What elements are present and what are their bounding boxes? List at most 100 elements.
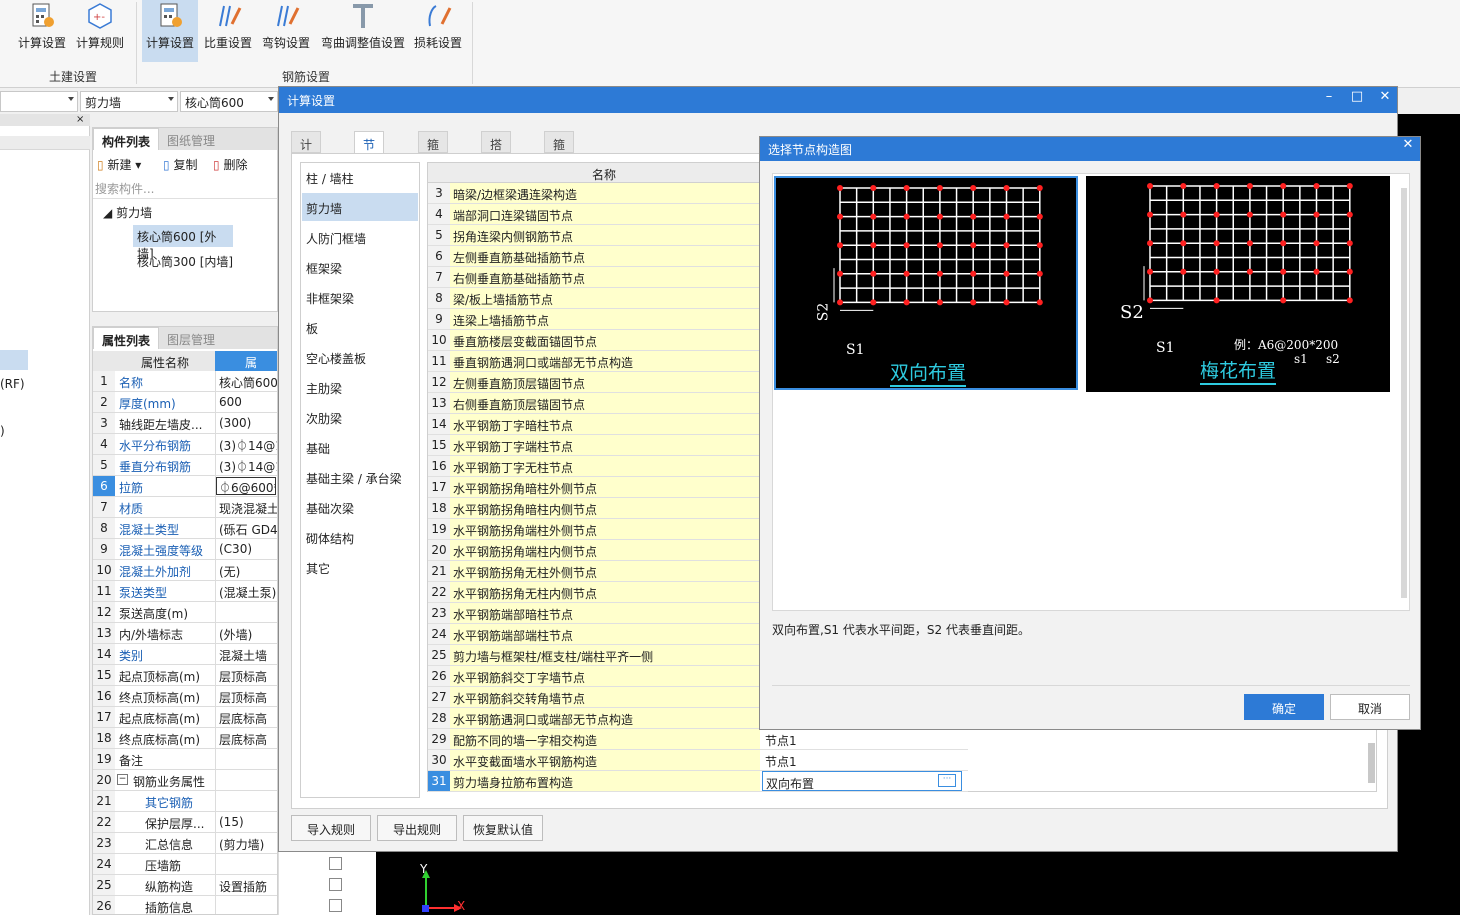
close-icon[interactable]: ✕ [1396,137,1420,159]
property-row[interactable]: 8 混凝土类型 (砾石 GD4 [93,518,277,539]
property-value[interactable]: 600 [219,395,277,409]
option-plum[interactable]: S1 S2 梅花布置 例：A6@200*200 s1 s2 [1086,176,1390,392]
property-value[interactable]: (C30) [219,542,277,556]
hook-settings-button[interactable]: 弯钩设置 [259,0,313,62]
scrollbar[interactable] [1401,188,1407,598]
tab-stirrup-formula[interactable]: 箍筋公式 [544,131,575,203]
category-item[interactable]: 基础次梁 [302,493,418,521]
table-row[interactable]: 31 剪力墙身拉筋布置构造 双向布置 ··· [428,771,968,792]
category-item[interactable]: 柱 / 墙柱 [302,163,418,191]
option-bidirectional[interactable]: S1 S2 双向布置 [774,176,1078,390]
property-row[interactable]: 16 终点顶标高(m) 层顶标高 [93,686,277,707]
category-item[interactable]: 板 [302,313,418,341]
tab-calc-rules[interactable]: 计算规则 [291,131,322,203]
category-item[interactable]: 剪力墙 [302,193,418,221]
property-row[interactable]: 23 汇总信息 (剪力墙) [93,833,277,854]
category-item[interactable]: 基础 [302,433,418,461]
property-value[interactable]: (3)⏀14@1 [219,437,277,454]
node-value[interactable]: 节点1 [762,750,962,770]
tree-root[interactable]: ◢ 剪力墙 [103,204,152,221]
property-row[interactable]: 10 混凝土外加剂 (无) [93,560,277,581]
copy-button[interactable]: ▯ 复制 [163,156,197,173]
category-item[interactable]: 非框架梁 [302,283,418,311]
collapse-icon[interactable]: − [117,774,128,785]
table-row[interactable]: 30 水平变截面墙水平钢筋构造 节点1 [428,750,968,771]
node-value[interactable]: 节点1 [762,729,962,749]
property-row[interactable]: 17 起点底标高(m) 层底标高 [93,707,277,728]
tab-property-list[interactable]: 属性列表 [93,327,160,349]
checkbox[interactable] [329,857,342,870]
search-input[interactable]: 搜索构件... [95,178,275,198]
property-row[interactable]: 11 泵送类型 (混凝土泵) [93,581,277,602]
property-value[interactable]: (砾石 GD4 [219,521,277,538]
property-value[interactable]: 层底标高 [219,710,277,727]
category-item[interactable]: 其它 [302,553,418,581]
category-item[interactable]: 次肋梁 [302,403,418,431]
tab-node-settings[interactable]: 节点设置 [354,131,385,203]
calc-settings-button[interactable]: 计算设置 [14,0,70,62]
close-icon[interactable]: ✕ [1373,89,1397,111]
property-row[interactable]: 9 混凝土强度等级 (C30) [93,539,277,560]
calc-rules-button[interactable]: +- 计算规则 [72,0,128,62]
property-row[interactable]: 1 名称 核心筒600 [93,371,277,392]
selected-row[interactable] [0,350,28,370]
category-item[interactable]: 人防门框墙 [302,223,418,251]
property-row[interactable]: 2 厚度(mm) 600 [93,392,277,413]
property-value[interactable]: (无) [219,563,277,580]
property-row[interactable]: 7 材质 现浇混凝土 [93,497,277,518]
maximize-icon[interactable]: □ [1345,89,1369,111]
drawing-canvas-bottom[interactable] [376,852,1460,915]
loss-settings-button[interactable]: 损耗设置 [411,0,465,62]
close-icon[interactable]: × [76,114,84,125]
property-value[interactable]: 层顶标高 [219,668,277,685]
property-value[interactable]: (3)⏀14@1 [219,458,277,475]
tree-item-selected[interactable]: 核心筒600 [外墙] [133,225,233,261]
restore-defaults-button[interactable]: 恢复默认值 [463,815,543,841]
property-row[interactable]: 4 水平分布钢筋 (3)⏀14@1 [93,434,277,455]
cancel-button[interactable]: 取消 [1330,694,1410,720]
property-row[interactable]: 12 泵送高度(m) [93,602,277,623]
export-rules-button[interactable]: 导出规则 [377,815,457,841]
property-value[interactable]: 层顶标高 [219,689,277,706]
property-value[interactable]: (混凝土泵) [219,584,277,601]
floor-combo[interactable] [0,91,78,112]
tab-lap-settings[interactable]: 搭接设置 [481,131,512,203]
property-row[interactable]: 26 插筋信息 [93,896,277,914]
property-row[interactable]: 15 起点顶标高(m) 层顶标高 [93,665,277,686]
type-combo[interactable]: 剪力墙 [80,91,178,112]
delete-button[interactable]: ▯ 删除 [213,156,247,173]
more-icon[interactable]: ··· [938,774,956,787]
tab-drawing-management[interactable]: 图纸管理 [159,128,223,150]
component-combo[interactable]: 核心筒600 [180,91,278,112]
tab-layer-management[interactable]: 图层管理 [159,327,223,349]
category-item[interactable]: 空心楼盖板 [302,343,418,371]
new-button[interactable]: ▯ 新建 ▾ [97,156,141,173]
tab-stirrup-settings[interactable]: 箍筋设置 [418,131,449,203]
ok-button[interactable]: 确定 [1244,694,1324,720]
property-value[interactable]: 核心筒600 [219,374,277,391]
property-value[interactable]: 现浇混凝土 [219,500,277,517]
property-row[interactable]: 13 内/外墙标志 (外墙) [93,623,277,644]
property-row[interactable]: 5 垂直分布钢筋 (3)⏀14@1 [93,455,277,476]
category-item[interactable]: 框架梁 [302,253,418,281]
property-value[interactable]: (外墙) [219,626,277,643]
category-item[interactable]: 基础主梁 / 承台梁 [302,463,418,491]
property-row[interactable]: 19 备注 [93,749,277,770]
category-item[interactable]: 砌体结构 [302,523,418,551]
tab-component-list[interactable]: 构件列表 [93,128,160,150]
node-value[interactable]: 双向布置 [762,771,962,791]
property-row[interactable]: 21 其它钢筋 [93,791,277,812]
property-value[interactable]: 层底标高 [219,731,277,748]
property-row[interactable]: 24 压墙筋 [93,854,277,875]
checkbox[interactable] [329,878,342,891]
property-row[interactable]: 18 终点底标高(m) 层底标高 [93,728,277,749]
minimize-icon[interactable]: – [1317,89,1341,111]
property-value[interactable]: 混凝土墙 [219,647,277,664]
property-row[interactable]: 25 纵筋构造 设置插筋 [93,875,277,896]
property-value[interactable]: (300) [219,416,277,430]
property-value[interactable]: 设置插筋 [219,878,277,895]
property-row[interactable]: 14 类别 混凝土墙 [93,644,277,665]
property-row[interactable]: 3 轴线距左墙皮... (300) [93,413,277,434]
tree-item[interactable]: 核心筒300 [内墙] [133,250,237,273]
table-row[interactable]: 29 配筋不同的墙一字相交构造 节点1 [428,729,968,750]
